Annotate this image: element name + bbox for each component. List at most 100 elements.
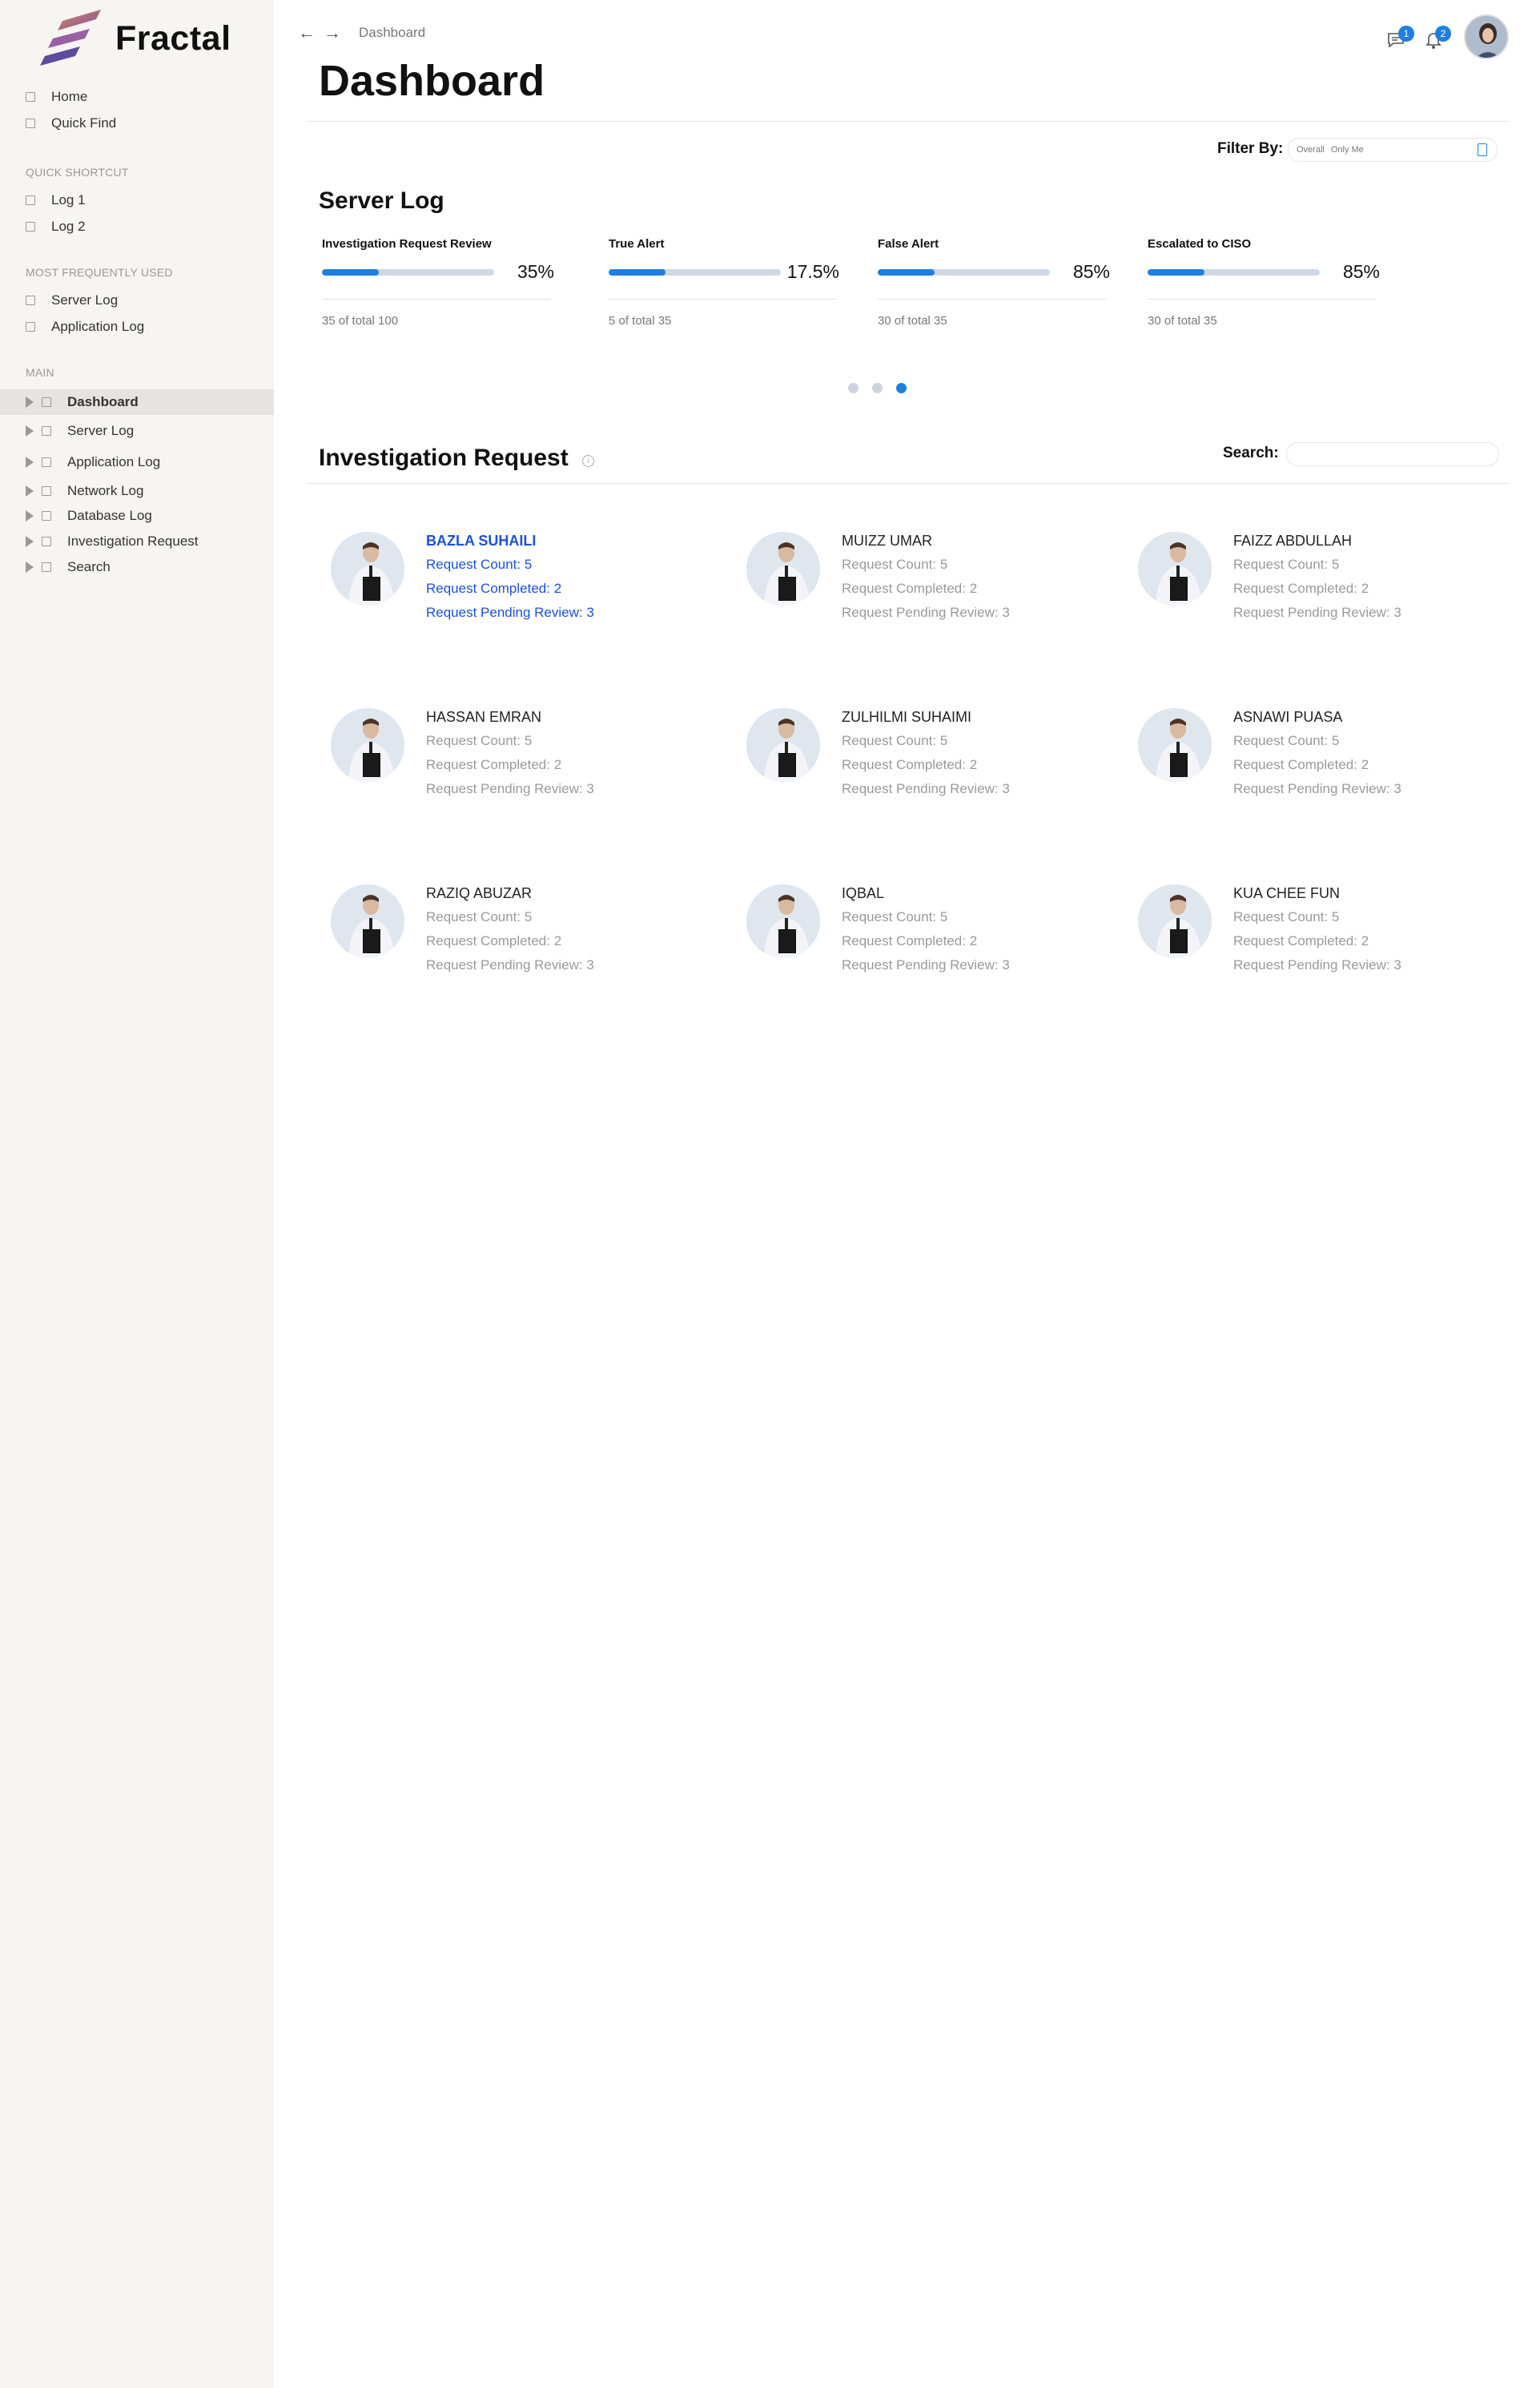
stat-label: Investigation Request Review [322,237,492,251]
avatar [1138,708,1212,782]
sidebar-item-application-log[interactable]: Application Log [0,449,274,475]
investigator-card[interactable]: MUIZZ UMAR Request Count: 5 Request Comple… [746,532,1131,652]
log-icon [26,296,35,305]
request-completed: Request Completed: 2 [1233,757,1369,772]
sidebar-item-label: Application Log [51,319,145,334]
investigator-name: BAZLA SUHAILI [426,533,537,549]
sidebar-item-label: Quick Find [51,115,117,131]
application-log-icon [42,457,51,467]
pager-dot-1[interactable] [848,383,858,393]
back-arrow-icon[interactable]: ← [298,24,316,42]
sidebar-item-label: Search [67,559,111,574]
avatar [746,708,820,782]
progress-bar [1148,268,1320,276]
sidebar-item-label: Application Log [67,454,161,469]
sidebar: Fractal Home Quick Find QUICK SHORTCUT L… [0,0,274,2388]
expand-triangle-icon[interactable] [26,485,34,497]
request-count: Request Count: 5 [426,557,533,572]
sidebar-item-log-1[interactable]: Log 1 [26,187,86,213]
notifications-badge: 2 [1435,26,1451,42]
sidebar-item-server-log-shortcut[interactable]: Server Log [26,288,118,313]
database-log-icon [42,511,51,521]
sidebar-item-label: Home [51,89,88,104]
investigator-card[interactable]: RAZIQ ABUZAR Request Count: 5 Request Comp… [331,884,715,1005]
avatar [1138,884,1212,958]
request-completed: Request Completed: 2 [842,757,978,772]
sidebar-item-dashboard[interactable]: Dashboard [0,389,274,415]
investigator-card[interactable]: IQBAL Request Count: 5 Request Completed: … [746,884,1131,1005]
investigator-card[interactable]: BAZLA SUHAILI Request Count: 5 Request Com… [331,532,715,652]
investigator-name: ZULHILMI SUHAIMI [842,709,972,725]
pager-dot-2[interactable] [872,383,883,393]
request-pending: Request Pending Review: 3 [426,957,594,973]
filter-option-overall[interactable]: Overall [1297,145,1325,155]
investigator-card[interactable]: FAIZZ ABDULLAH Request Count: 5 Request Co… [1138,532,1522,652]
filter-select[interactable]: Overall Only Me [1288,138,1498,162]
sidebar-item-server-log[interactable]: Server Log [0,418,274,444]
dashboard-icon [42,397,51,407]
request-completed: Request Completed: 2 [426,933,562,948]
request-pending: Request Pending Review: 3 [842,957,1010,973]
request-pending: Request Pending Review: 3 [842,781,1010,796]
sidebar-item-label: Server Log [51,292,119,308]
section-heading-quick-shortcut: QUICK SHORTCUT [26,166,129,179]
sidebar-item-home[interactable]: Home [26,84,87,110]
sidebar-item-label: Server Log [67,423,135,438]
messages-badge: 1 [1398,26,1414,42]
quick-find-icon [26,119,35,128]
expand-triangle-icon[interactable] [26,536,34,547]
user-avatar[interactable] [1464,14,1509,59]
progress-fill [878,268,935,276]
stat-sub: 30 of total 35 [1148,314,1217,328]
expand-triangle-icon[interactable] [26,425,34,437]
brand-logo[interactable]: Fractal [38,8,231,69]
progress-bar [878,268,1050,276]
request-pending: Request Pending Review: 3 [1233,957,1401,973]
sidebar-item-network-log[interactable]: Network Log [0,478,274,504]
sidebar-item-log-2[interactable]: Log 2 [26,214,86,240]
request-completed: Request Completed: 2 [426,581,562,596]
stat-percent: 17.5% [786,261,839,282]
request-pending: Request Pending Review: 3 [1233,605,1401,620]
forward-arrow-icon[interactable]: → [324,24,341,42]
messages-button[interactable]: 1 [1385,26,1414,54]
request-completed: Request Completed: 2 [842,933,978,948]
sidebar-item-quick-find[interactable]: Quick Find [26,111,116,136]
search-input[interactable] [1286,442,1499,466]
investigator-name: MUIZZ UMAR [842,533,932,549]
expand-triangle-icon[interactable] [26,397,34,408]
avatar [746,532,820,606]
request-pending: Request Pending Review: 3 [426,781,594,796]
search-label: Search: [1223,445,1279,461]
notifications-button[interactable]: 2 [1422,26,1451,54]
avatar [746,884,820,958]
breadcrumb-current[interactable]: Dashboard [359,25,425,41]
sidebar-item-application-log-shortcut[interactable]: Application Log [26,314,144,340]
investigator-name: FAIZZ ABDULLAH [1233,533,1353,549]
filter-option-only-me[interactable]: Only Me [1331,145,1364,155]
expand-triangle-icon[interactable] [26,457,34,468]
investigator-card[interactable]: ZULHILMI SUHAIMI Request Count: 5 Request … [746,708,1131,828]
investigator-card[interactable]: HASSAN EMRAN Request Count: 5 Request Comp… [331,708,715,828]
request-completed: Request Completed: 2 [1233,581,1369,596]
sidebar-item-database-log[interactable]: Database Log [0,503,274,529]
expand-triangle-icon[interactable] [26,510,34,521]
stat-sub: 5 of total 35 [609,314,672,328]
expand-triangle-icon[interactable] [26,562,34,573]
section-heading-most-used: MOST FREQUENTLY USED [26,266,173,279]
investigator-name: KUA CHEE FUN [1233,885,1341,901]
request-count: Request Count: 5 [426,909,533,924]
investigator-card[interactable]: KUA CHEE FUN Request Count: 5 Request Comp… [1138,884,1522,1005]
stat-label: False Alert [878,237,939,251]
server-log-icon [42,426,51,436]
request-pending: Request Pending Review: 3 [1233,781,1401,796]
log-icon [26,322,35,332]
stat-card: Escalated to CISO 85% 30 of total 35 [1148,237,1380,328]
request-completed: Request Completed: 2 [842,581,978,596]
sidebar-item-investigation-request[interactable]: Investigation Request [0,529,274,554]
sidebar-item-search[interactable]: Search [0,554,274,580]
info-icon[interactable]: i [582,455,594,467]
investigator-card[interactable]: ASNAWI PUASA Request Count: 5 Request Comp… [1138,708,1522,828]
pager-dot-3[interactable] [896,383,907,393]
request-count: Request Count: 5 [842,557,948,572]
